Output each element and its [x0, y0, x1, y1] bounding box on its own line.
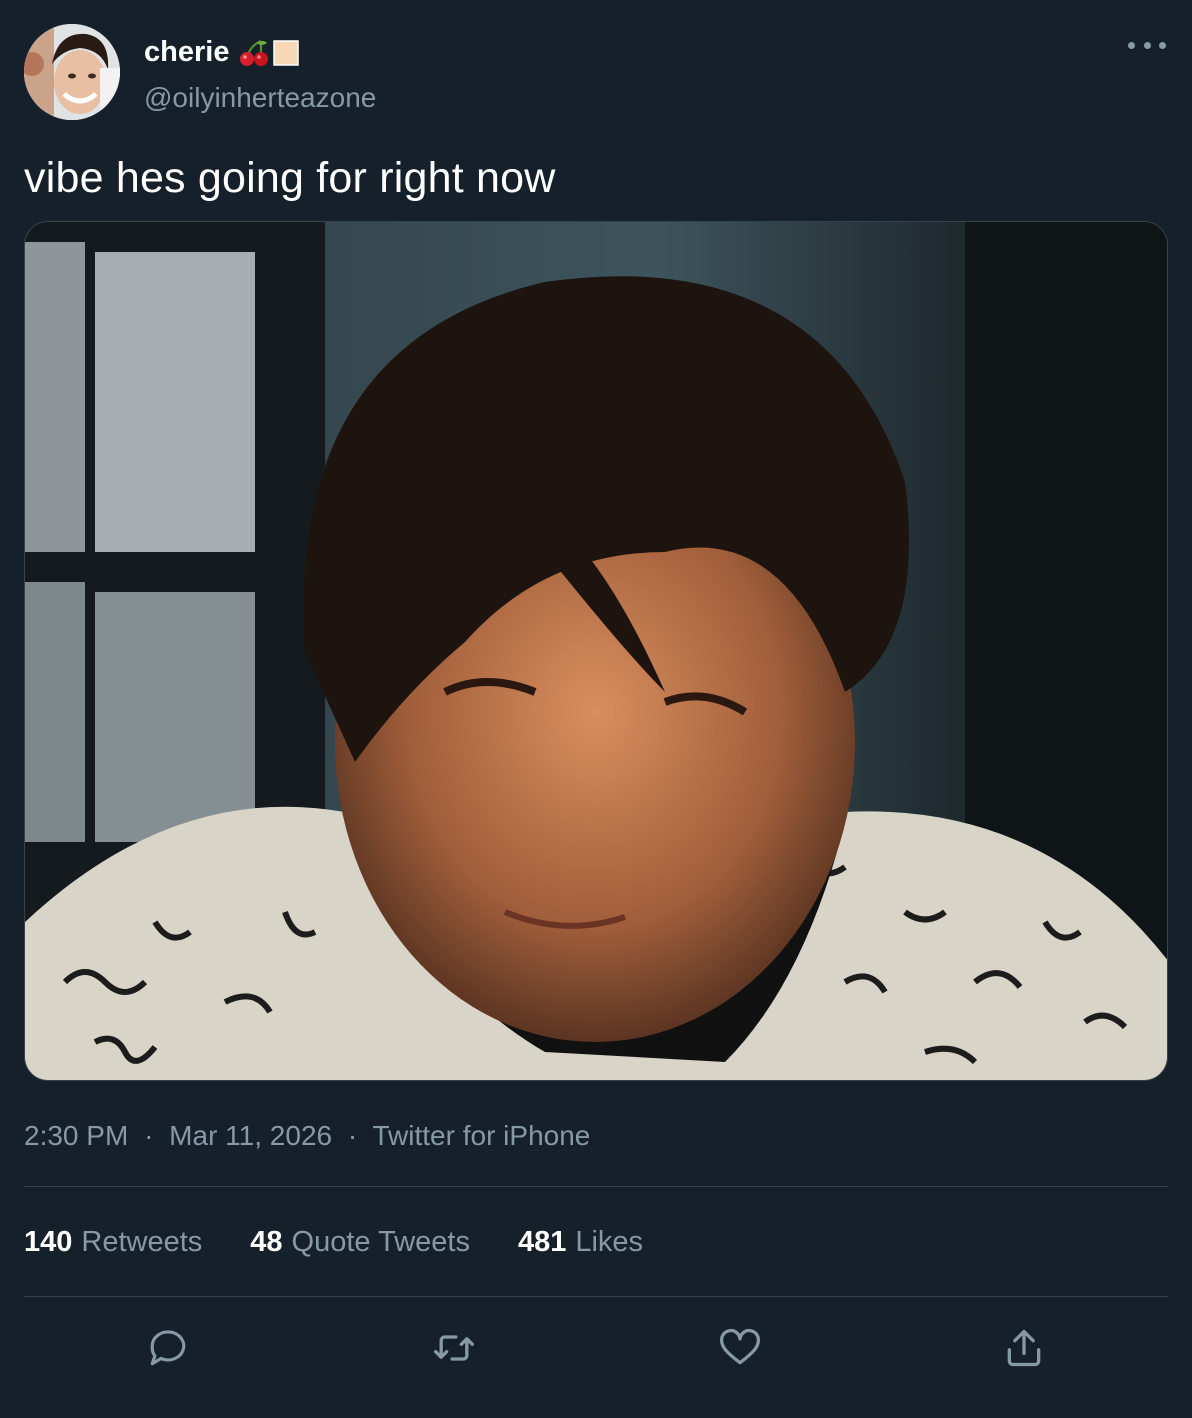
likes-label: Likes	[575, 1226, 644, 1258]
name-emojis	[239, 39, 300, 67]
more-icon-dot	[1128, 41, 1135, 49]
likes-stat[interactable]: 481 Likes	[518, 1226, 643, 1259]
quote-tweets-label: Quote Tweets	[291, 1226, 470, 1258]
skin-tone-swatch-icon	[273, 39, 300, 66]
display-name[interactable]: cherie	[144, 36, 300, 69]
quote-tweets-count: 48	[250, 1226, 283, 1258]
action-bar	[0, 1324, 1192, 1372]
reply-button[interactable]	[144, 1324, 192, 1372]
retweets-label: Retweets	[81, 1226, 203, 1258]
display-name-text: cherie	[144, 36, 230, 68]
retweet-button[interactable]	[430, 1324, 478, 1372]
avatar-image	[24, 24, 120, 120]
divider	[24, 1186, 1168, 1187]
tweet-time[interactable]: 2:30 PM	[24, 1120, 128, 1151]
meta-separator: ·	[347, 1120, 358, 1151]
divider	[24, 1296, 1168, 1297]
tweet-source[interactable]: Twitter for iPhone	[372, 1120, 590, 1151]
tweet-text: vibe hes going for right now	[24, 154, 556, 202]
tweet-photo	[25, 222, 1167, 1080]
reply-icon	[150, 1330, 186, 1366]
more-icon-dot	[1143, 41, 1151, 49]
cherries-icon	[240, 39, 269, 66]
like-button[interactable]	[716, 1324, 764, 1372]
retweet-icon	[434, 1335, 474, 1361]
retweets-stat[interactable]: 140 Retweets	[24, 1226, 202, 1259]
tweet-meta: 2:30 PM · Mar 11, 2026 · Twitter for iPh…	[24, 1120, 590, 1152]
quote-tweets-stat[interactable]: 48 Quote Tweets	[250, 1226, 470, 1259]
user-handle[interactable]: @oilyinherteazone	[144, 82, 376, 114]
more-button[interactable]	[1128, 30, 1166, 60]
heart-icon	[720, 1328, 760, 1365]
share-button[interactable]	[1000, 1324, 1048, 1372]
more-icon-dot	[1159, 41, 1166, 49]
tweet-media[interactable]	[24, 221, 1168, 1081]
tweet-detail: cherie @oilyinherteazone vibe hes going …	[0, 0, 1192, 1418]
avatar[interactable]	[24, 24, 120, 120]
likes-count: 481	[517, 1226, 567, 1258]
retweets-count: 140	[24, 1226, 73, 1258]
meta-separator: ·	[144, 1120, 154, 1151]
share-icon	[1007, 1329, 1041, 1367]
tweet-stats: 140 Retweets 48 Quote Tweets 481 Likes	[24, 1226, 643, 1259]
tweet-date[interactable]: Mar 11, 2026	[169, 1120, 332, 1151]
